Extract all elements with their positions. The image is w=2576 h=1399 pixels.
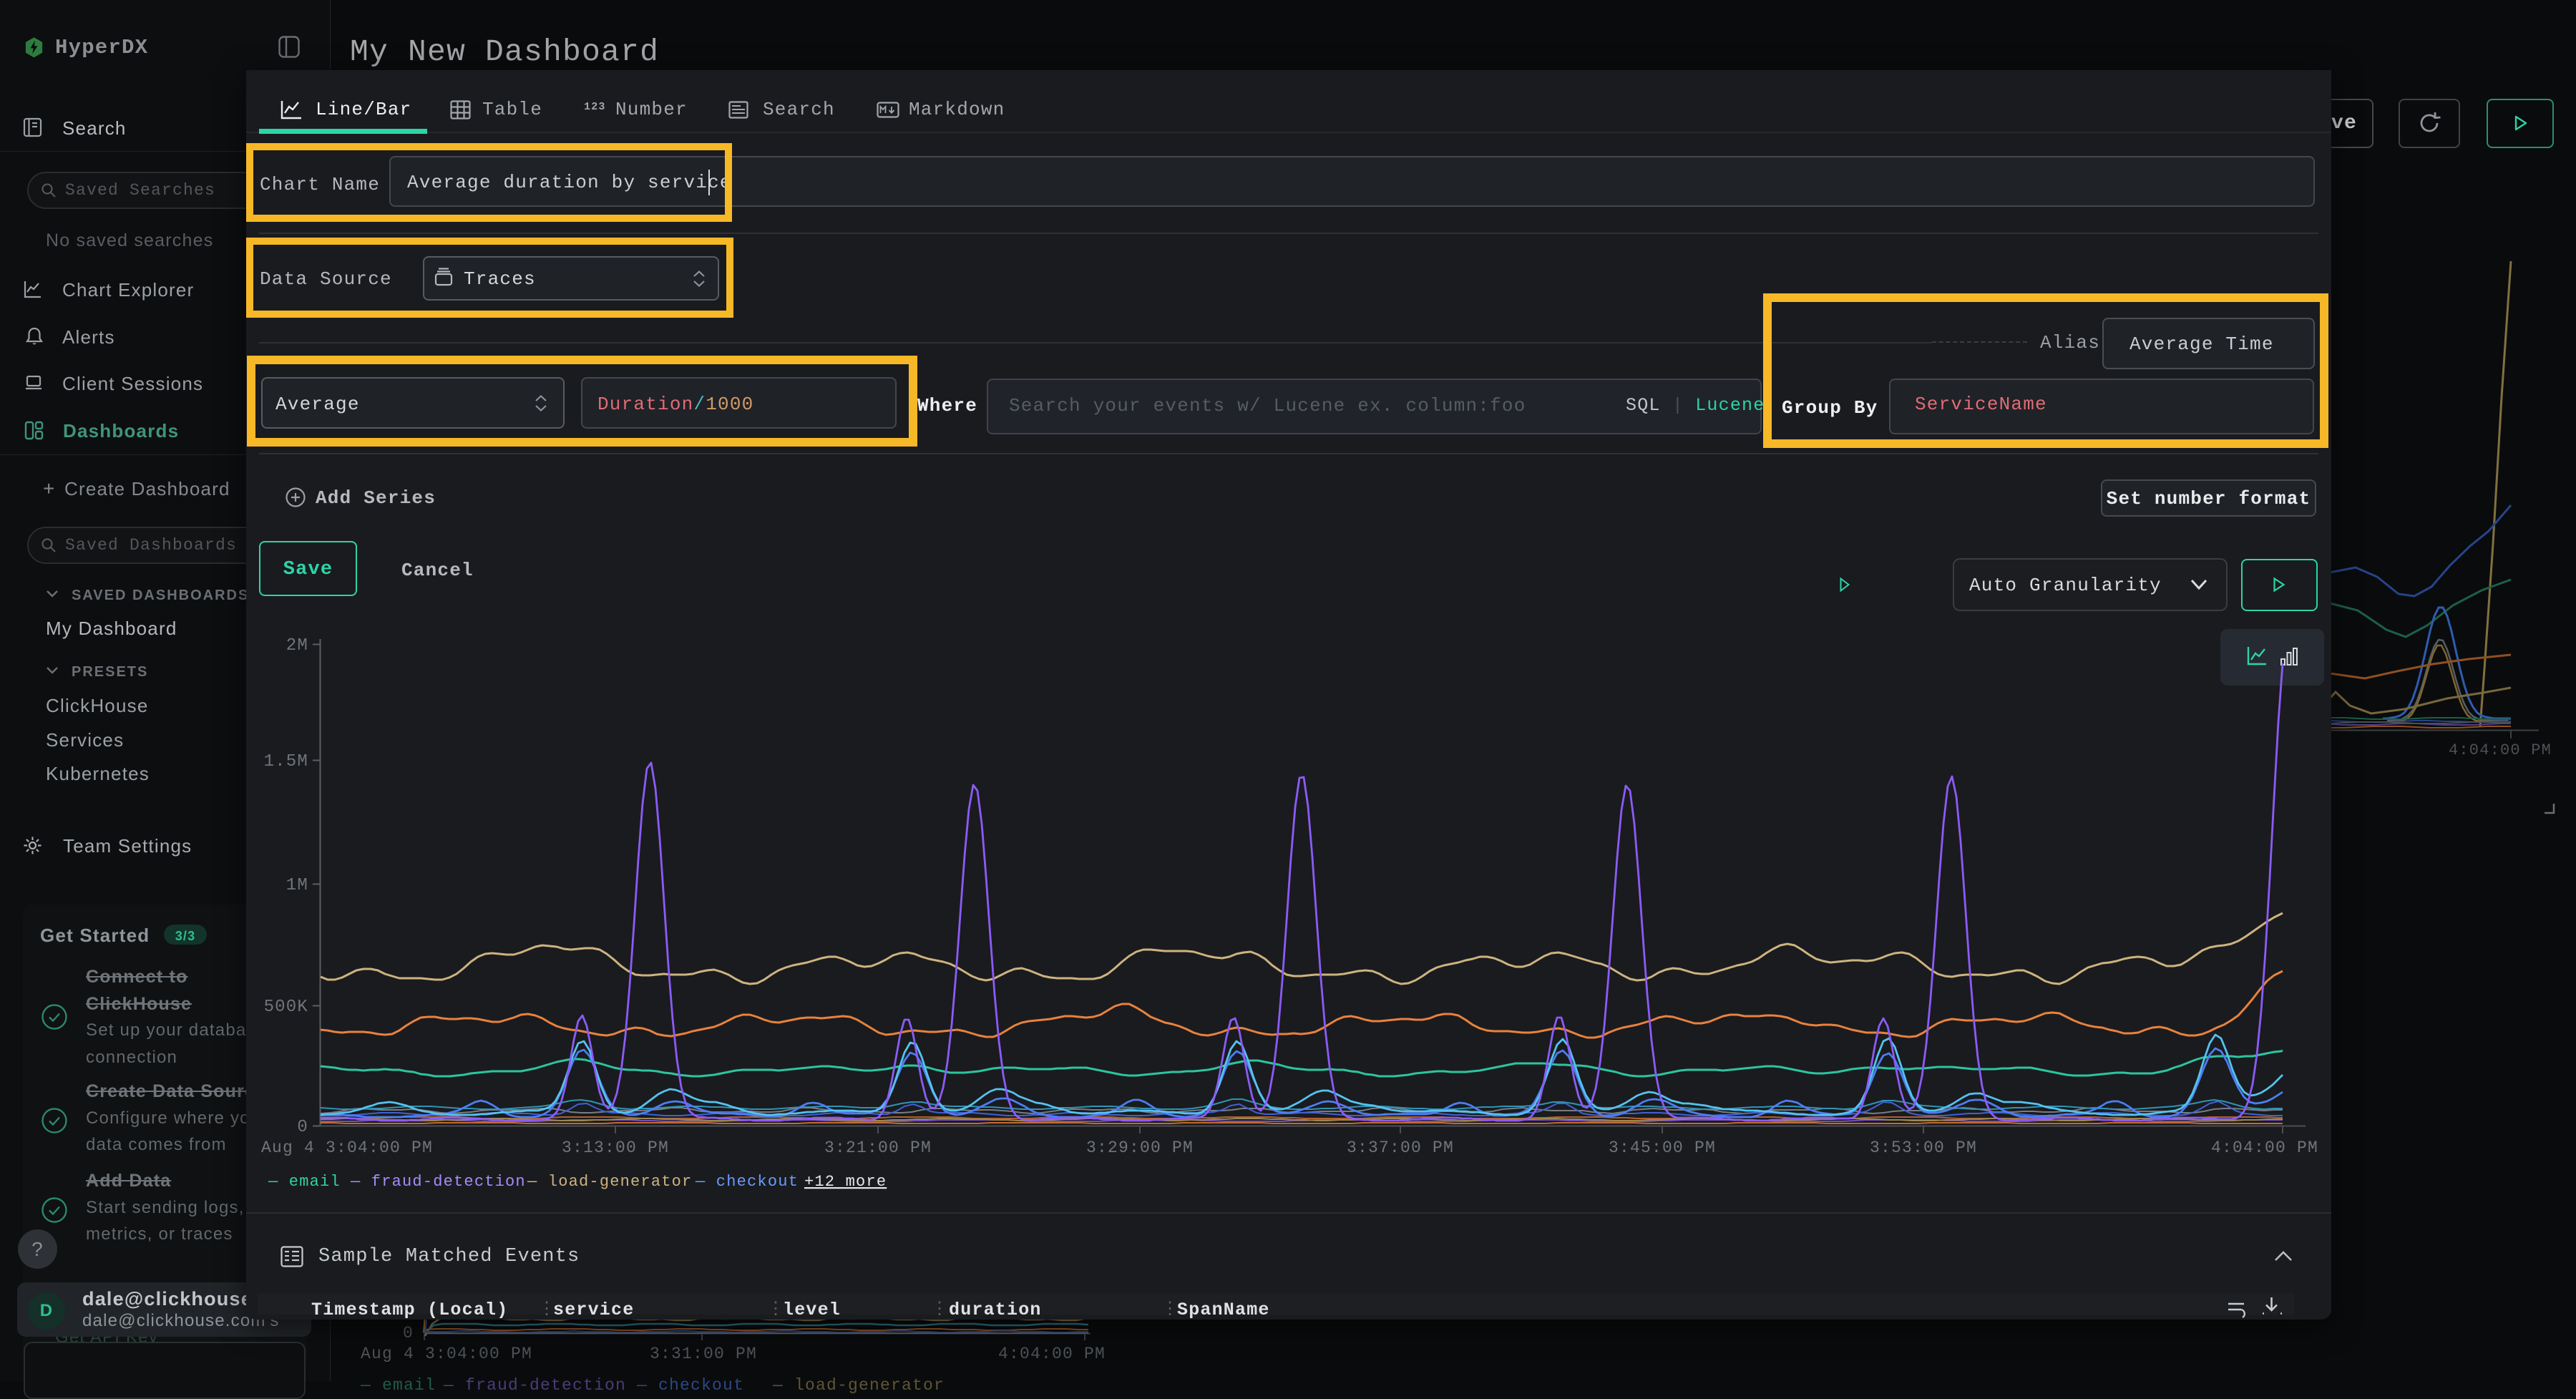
svg-text:3:37:00 PM: 3:37:00 PM: [1347, 1139, 1454, 1157]
svg-text:— load-generator: — load-generator: [527, 1173, 692, 1191]
svg-text:2M: 2M: [286, 636, 308, 655]
svg-text:1M: 1M: [286, 876, 308, 895]
svg-text:Aug 4 3:04:00 PM: Aug 4 3:04:00 PM: [261, 1139, 433, 1157]
svg-text:3:13:00 PM: 3:13:00 PM: [562, 1139, 669, 1157]
svg-text:— email: — email: [268, 1173, 341, 1191]
svg-text:3:21:00 PM: 3:21:00 PM: [824, 1139, 932, 1157]
svg-text:— fraud-detection: — fraud-detection: [350, 1173, 526, 1191]
svg-text:1.5M: 1.5M: [264, 752, 308, 771]
svg-text:3:45:00 PM: 3:45:00 PM: [1609, 1139, 1716, 1157]
svg-text:— checkout: — checkout: [695, 1173, 799, 1191]
svg-text:3:53:00 PM: 3:53:00 PM: [1870, 1139, 1977, 1157]
svg-text:+12 more: +12 more: [804, 1173, 887, 1191]
svg-text:4:04:00 PM: 4:04:00 PM: [2211, 1139, 2318, 1157]
svg-text:0: 0: [297, 1118, 308, 1137]
svg-text:500K: 500K: [264, 998, 308, 1017]
svg-text:3:29:00 PM: 3:29:00 PM: [1086, 1139, 1194, 1157]
